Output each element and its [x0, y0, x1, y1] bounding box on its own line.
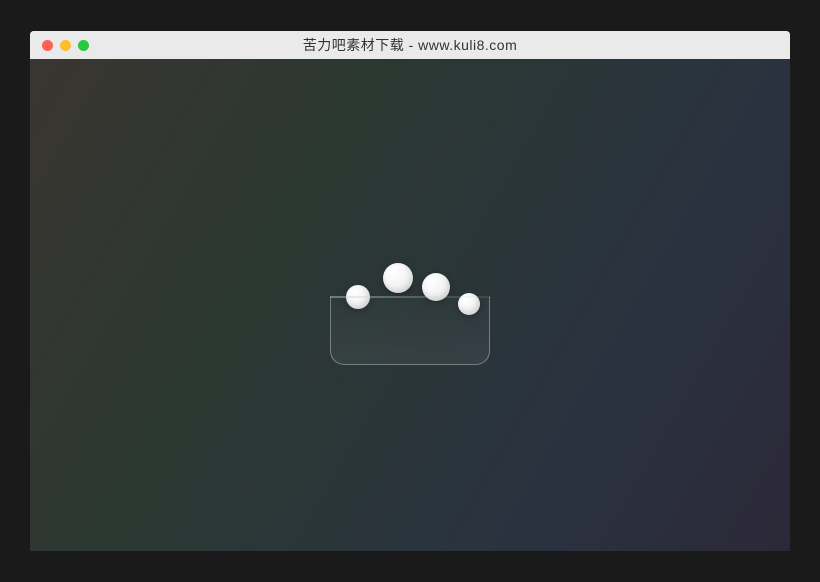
zoom-icon[interactable] — [78, 40, 89, 51]
loading-animation — [330, 245, 490, 365]
app-window: 苦力吧素材下载 - www.kuli8.com — [30, 31, 790, 551]
traffic-lights — [30, 40, 89, 51]
loader-cup-icon — [330, 297, 490, 365]
close-icon[interactable] — [42, 40, 53, 51]
loader-ball-icon — [383, 263, 413, 293]
content-area — [30, 59, 790, 551]
window-title: 苦力吧素材下载 - www.kuli8.com — [30, 35, 790, 55]
titlebar: 苦力吧素材下载 - www.kuli8.com — [30, 31, 790, 59]
minimize-icon[interactable] — [60, 40, 71, 51]
